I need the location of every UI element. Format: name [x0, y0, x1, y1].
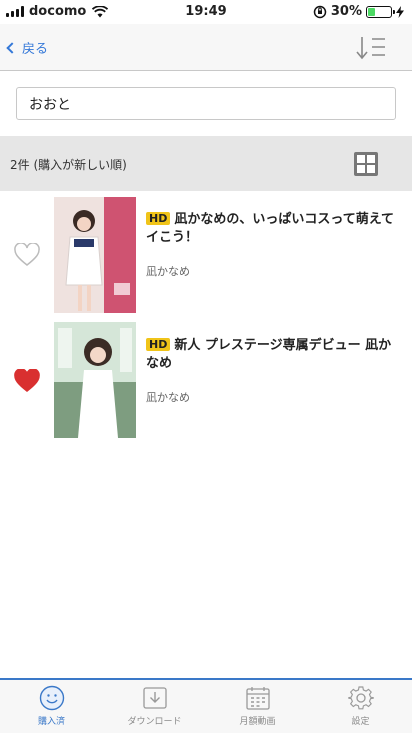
- list-item[interactable]: HD 凪かなめの、いっぱいコスって萌えてイこう！ 凪かなめ: [0, 191, 412, 319]
- navigation-bar: 戻る: [0, 24, 412, 71]
- actress-name[interactable]: 凪かなめ: [146, 263, 398, 279]
- item-title-text: 凪かなめの、いっぱいコスって萌えてイこう！: [146, 212, 395, 245]
- calendar-icon: [245, 687, 270, 710]
- status-bar: docomo 19:49 30%: [0, 0, 412, 24]
- battery-icon: [366, 5, 395, 18]
- tab-label: ダウンロード: [127, 717, 182, 727]
- charging-icon: [396, 5, 404, 18]
- list-item[interactable]: HD 新人 プレステージ専属デビュー 凪かなめ 凪かなめ: [0, 319, 412, 447]
- sort-icon[interactable]: [356, 35, 386, 61]
- tab-label: 購入済: [37, 717, 65, 727]
- chevron-left-icon: [6, 41, 18, 54]
- cover-image[interactable]: [54, 322, 136, 438]
- grid-view-icon[interactable]: [354, 152, 378, 176]
- tab-monthly[interactable]: 月額動画: [206, 680, 309, 733]
- item-title[interactable]: HD 新人 プレステージ専属デビュー 凪かなめ: [146, 337, 398, 373]
- tab-purchased[interactable]: 購入済: [0, 680, 103, 733]
- download-icon: [142, 687, 167, 709]
- cover-image[interactable]: [54, 197, 136, 313]
- battery-percent: 30%: [330, 4, 362, 19]
- hd-badge: HD: [146, 212, 171, 225]
- back-button[interactable]: 戻る: [6, 38, 49, 57]
- gear-icon: [347, 686, 374, 710]
- back-label: 戻る: [22, 42, 49, 57]
- smile-icon: [39, 685, 64, 711]
- tab-settings[interactable]: 設定: [309, 680, 412, 733]
- item-title-text: 新人 プレステージ専属デビュー 凪かなめ: [146, 338, 392, 371]
- item-title[interactable]: HD 凪かなめの、いっぱいコスって萌えてイこう！: [146, 211, 398, 247]
- results-header: 2件 (購入が新しい順): [0, 136, 412, 191]
- tab-label: 月額動画: [239, 717, 276, 727]
- result-count: 2件 (購入が新しい順): [10, 158, 127, 172]
- purchase-list: HD 凪かなめの、いっぱいコスって萌えてイこう！ 凪かなめ HD 新人 プレステージ…: [0, 191, 412, 447]
- heart-outline-icon[interactable]: [14, 243, 40, 267]
- search-input[interactable]: [16, 87, 396, 120]
- tab-label: 設定: [351, 717, 370, 727]
- heart-filled-icon[interactable]: [14, 369, 40, 393]
- tab-bar: 購入済 ダウンロード 月額動画 設定: [0, 678, 412, 733]
- tab-download[interactable]: ダウンロード: [103, 680, 206, 733]
- rotation-lock-icon: [313, 5, 327, 18]
- hd-badge: HD: [146, 338, 171, 351]
- search-area: [0, 72, 412, 136]
- actress-name[interactable]: 凪かなめ: [146, 389, 398, 405]
